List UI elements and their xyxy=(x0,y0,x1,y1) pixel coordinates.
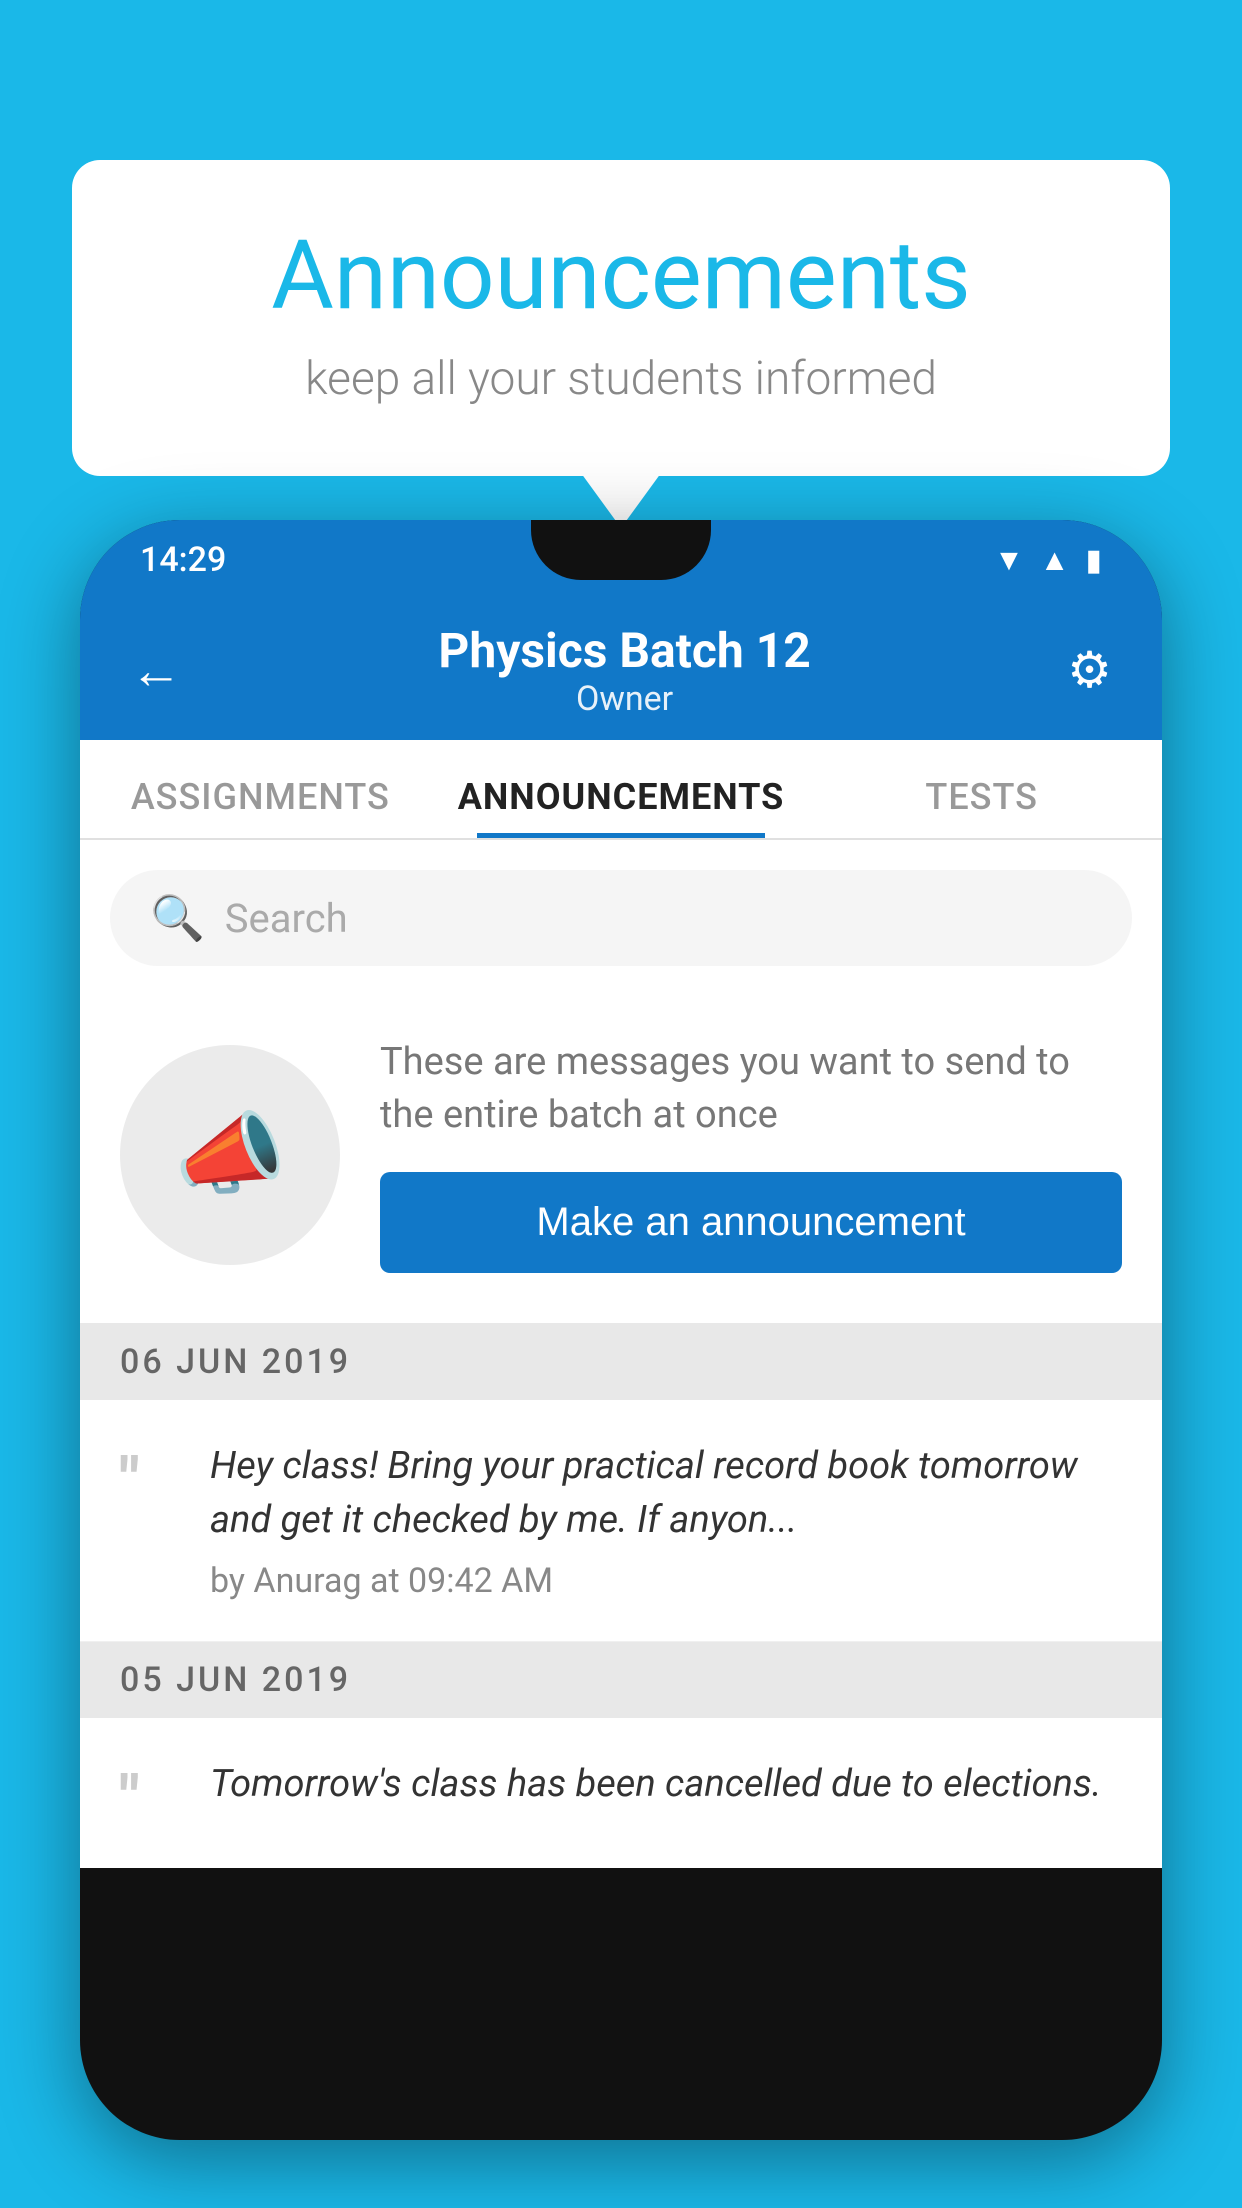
batch-name: Physics Batch 12 xyxy=(438,622,810,679)
phone-container: 14:29 ▼ ▲ ▮ ← Physics Batch 12 Owner ⚙ A… xyxy=(80,520,1162,2208)
empty-state-description: These are messages you want to send to t… xyxy=(380,1036,1122,1142)
announcement-text-2: Tomorrow's class has been cancelled due … xyxy=(210,1758,1122,1811)
date-separator-2: 05 JUN 2019 xyxy=(80,1642,1162,1718)
phone-notch xyxy=(531,520,711,580)
tabs-container: ASSIGNMENTS ANNOUNCEMENTS TESTS xyxy=(80,740,1162,840)
date-separator-1: 06 JUN 2019 xyxy=(80,1324,1162,1400)
megaphone-icon: 📣 xyxy=(174,1102,286,1207)
announcement-meta-1: by Anurag at 09:42 AM xyxy=(210,1561,1122,1601)
speech-bubble-container: Announcements keep all your students inf… xyxy=(72,160,1170,476)
announcement-text-1: Hey class! Bring your practical record b… xyxy=(210,1440,1122,1546)
quote-icon-2: " xyxy=(120,1768,180,1828)
user-role: Owner xyxy=(438,679,810,719)
announcements-title: Announcements xyxy=(152,220,1090,332)
search-icon: 🔍 xyxy=(150,892,205,944)
announcement-content-2: Tomorrow's class has been cancelled due … xyxy=(210,1758,1122,1825)
status-time: 14:29 xyxy=(140,540,226,580)
tab-announcements[interactable]: ANNOUNCEMENTS xyxy=(441,776,802,838)
status-bar: 14:29 ▼ ▲ ▮ xyxy=(80,520,1162,600)
settings-button[interactable]: ⚙ xyxy=(1067,641,1112,700)
empty-state: 📣 These are messages you want to send to… xyxy=(80,996,1162,1324)
search-bar[interactable]: 🔍 Search xyxy=(110,870,1132,966)
tab-tests[interactable]: TESTS xyxy=(801,776,1162,838)
quote-icon-1: " xyxy=(120,1450,180,1510)
announcements-subtitle: keep all your students informed xyxy=(152,352,1090,406)
app-header: ← Physics Batch 12 Owner ⚙ xyxy=(80,600,1162,740)
header-title-group: Physics Batch 12 Owner xyxy=(438,622,810,719)
content-area: 🔍 Search 📣 These are messages you want t… xyxy=(80,840,1162,1868)
make-announcement-button[interactable]: Make an announcement xyxy=(380,1172,1122,1273)
search-placeholder: Search xyxy=(225,895,348,942)
announcement-item-2[interactable]: " Tomorrow's class has been cancelled du… xyxy=(80,1718,1162,1868)
empty-icon-circle: 📣 xyxy=(120,1045,340,1265)
tab-assignments[interactable]: ASSIGNMENTS xyxy=(80,776,441,838)
wifi-icon: ▼ xyxy=(994,543,1024,578)
signal-icon: ▲ xyxy=(1040,543,1070,578)
empty-state-right: These are messages you want to send to t… xyxy=(380,1036,1122,1273)
battery-icon: ▮ xyxy=(1085,543,1102,578)
announcement-item-1[interactable]: " Hey class! Bring your practical record… xyxy=(80,1400,1162,1641)
back-button[interactable]: ← xyxy=(130,640,182,701)
announcement-content-1: Hey class! Bring your practical record b… xyxy=(210,1440,1122,1600)
speech-bubble: Announcements keep all your students inf… xyxy=(72,160,1170,476)
phone-frame: 14:29 ▼ ▲ ▮ ← Physics Batch 12 Owner ⚙ A… xyxy=(80,520,1162,2140)
status-icons: ▼ ▲ ▮ xyxy=(994,543,1102,578)
